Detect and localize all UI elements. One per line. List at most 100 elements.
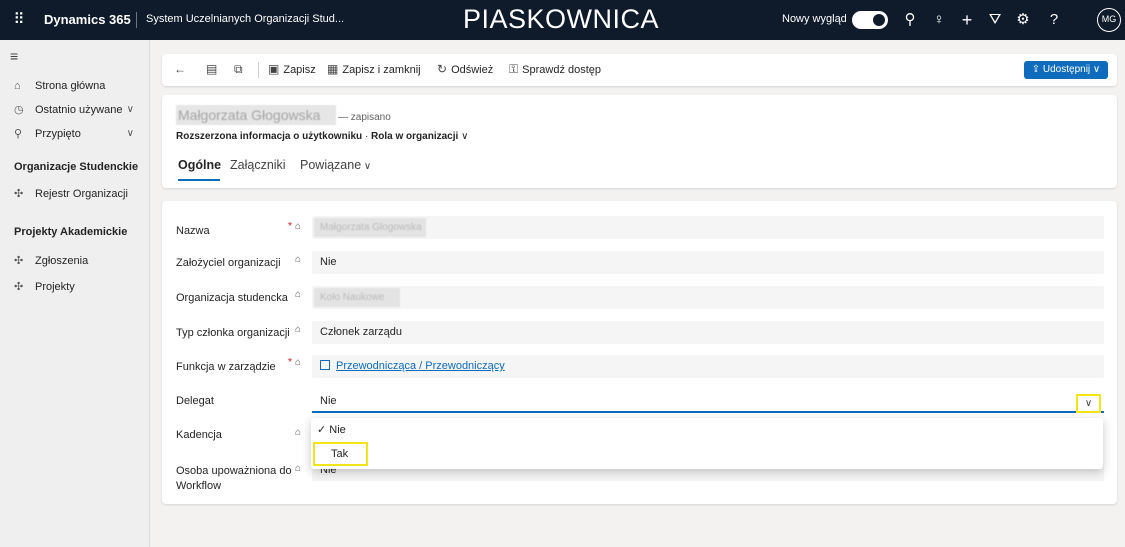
chevron-down-icon[interactable]: ∨ xyxy=(127,99,134,121)
sidebar-item-label: Ostatnio używane xyxy=(35,104,123,116)
filter-icon[interactable]: ⛛ xyxy=(984,9,1006,31)
refresh-button[interactable]: ↻ Odśwież xyxy=(437,62,493,76)
sidebar-item-label: Strona główna xyxy=(35,80,106,92)
name-field[interactable]: Małgorzata Głogowska xyxy=(312,216,1104,239)
entity-name: Rozszerzona informacja o użytkowniku xyxy=(176,131,363,142)
chevron-down-icon[interactable]: ∨ xyxy=(461,131,468,142)
sidebar-item-label: Przypięto xyxy=(35,128,81,140)
sidebar-item-org-register[interactable]: ✣ Rejestr Organizacji xyxy=(0,183,150,205)
save-close-icon: ▦ xyxy=(327,62,339,76)
lightbulb-icon[interactable]: ♀ xyxy=(928,9,950,31)
sidebar-section-title: Organizacje Studenckie xyxy=(14,161,139,173)
record-header: Małgorzata Głogowska — zapisano Rozszerz… xyxy=(162,95,1117,188)
brand-name[interactable]: Dynamics 365 xyxy=(44,12,131,27)
active-tab-indicator xyxy=(178,179,220,181)
check-access-button[interactable]: ⚿ Sprawdź dostęp xyxy=(509,62,601,77)
save-close-button[interactable]: ▦ Zapisz i zamknij xyxy=(327,62,421,76)
name-value: Małgorzata Głogowska xyxy=(314,218,426,237)
pin-icon: ⚲ xyxy=(14,128,23,140)
sidebar-item-submissions[interactable]: ✣ Zgłoszenia xyxy=(0,250,150,272)
dropdown-option-tak[interactable]: Tak xyxy=(313,442,368,466)
app-name[interactable]: System Uczelnianych Organizacji Stud... xyxy=(146,13,344,25)
hamburger-icon[interactable]: ≡ xyxy=(10,48,18,64)
sidebar: ≡ ⌂ Strona główna ◷ Ostatnio używane ∨ ⚲ Pr… xyxy=(0,40,150,547)
divider xyxy=(258,62,259,78)
new-look-toggle[interactable] xyxy=(852,11,888,29)
field-label-workflow-person: Osoba upoważniona do Workflow xyxy=(176,465,292,492)
sidebar-item-label: Projekty xyxy=(35,281,75,293)
lock-icon: ⌂ xyxy=(295,463,302,474)
organization-value: Koło Naukowe xyxy=(314,288,400,307)
chevron-down-icon[interactable]: ∨ xyxy=(1076,394,1101,413)
back-arrow-icon: ← xyxy=(174,62,186,76)
lock-icon: ⌂ xyxy=(295,427,302,438)
puzzle-icon: ✣ xyxy=(14,188,24,200)
home-icon: ⌂ xyxy=(14,80,21,92)
option-label: Nie xyxy=(329,424,346,436)
share-icon: ⇪ xyxy=(1031,64,1043,75)
open-new-window-icon: ⧉ xyxy=(234,62,243,76)
save-label: Zapisz xyxy=(283,64,316,76)
board-function-link[interactable]: Przewodnicząca / Przewodniczący xyxy=(336,360,505,372)
avatar[interactable]: MG xyxy=(1097,8,1121,32)
delegate-select[interactable]: Nie xyxy=(312,390,1104,413)
document-icon: ▤ xyxy=(206,62,218,76)
sidebar-item-home[interactable]: ⌂ Strona główna xyxy=(0,75,150,97)
field-label-organization: Organizacja studencka xyxy=(176,292,288,304)
tab-related-label: Powiązane xyxy=(300,158,362,172)
clock-icon: ◷ xyxy=(14,104,24,116)
lock-icon: ⌂ xyxy=(295,254,302,265)
lock-icon: ⌂ xyxy=(295,221,302,232)
option-label: Tak xyxy=(331,448,349,460)
member-type-field[interactable]: Członek zarządu xyxy=(312,321,1104,344)
board-function-field[interactable]: Przewodnicząca / Przewodniczący xyxy=(312,355,1104,378)
record-icon xyxy=(320,360,330,370)
waffle-icon[interactable]: ⠿ xyxy=(9,10,29,30)
puzzle-icon: ✣ xyxy=(14,255,24,267)
check-access-label: Sprawdź dostęp xyxy=(522,64,602,76)
back-button[interactable]: ← xyxy=(174,62,190,76)
tab-related[interactable]: Powiązane ∨ xyxy=(300,158,371,172)
required-marker: * xyxy=(288,357,292,368)
field-label-board-function: Funkcja w zarządzie xyxy=(176,361,276,373)
plus-icon[interactable]: + xyxy=(956,9,978,31)
refresh-label: Odśwież xyxy=(451,64,494,76)
dropdown-option-nie[interactable]: ✓ Nie xyxy=(317,420,346,440)
lock-icon: ⌂ xyxy=(295,324,302,335)
search-icon[interactable]: ⚲ xyxy=(899,9,921,31)
record-subtitle: Rozszerzona informacja o użytkowniku · R… xyxy=(176,131,468,142)
sidebar-section-title: Projekty Akademickie xyxy=(14,226,128,238)
sidebar-item-pinned[interactable]: ⚲ Przypięto ∨ xyxy=(0,123,150,145)
share-button[interactable]: ⇪ Udostępnij ∨ xyxy=(1024,61,1108,79)
top-bar: ⠿ Dynamics 365 System Uczelnianych Organ… xyxy=(0,0,1125,40)
founder-value: Nie xyxy=(320,256,337,268)
save-close-label: Zapisz i zamknij xyxy=(342,64,421,76)
save-status: — zapisano xyxy=(338,112,391,123)
tab-attachments[interactable]: Załączniki xyxy=(230,158,286,172)
environment-banner: PIASKOWNICA xyxy=(463,4,660,34)
lock-icon: ⌂ xyxy=(295,289,302,300)
sidebar-item-projects[interactable]: ✣ Projekty xyxy=(0,276,150,298)
save-button[interactable]: ▣ Zapisz xyxy=(268,62,316,76)
delegate-value: Nie xyxy=(320,395,337,407)
divider xyxy=(136,12,137,28)
chevron-down-icon[interactable]: ∨ xyxy=(127,123,134,145)
save-icon: ▣ xyxy=(268,62,280,76)
refresh-icon: ↻ xyxy=(437,62,448,76)
sidebar-item-label: Rejestr Organizacji xyxy=(35,188,128,200)
founder-field[interactable]: Nie xyxy=(312,251,1104,274)
form-selector[interactable]: Rola w organizacji xyxy=(371,131,458,142)
checkmark-icon: ✓ xyxy=(317,424,330,436)
organization-field[interactable]: Koło Naukowe xyxy=(312,286,1104,309)
open-new-window-button[interactable]: ⧉ xyxy=(234,62,247,77)
required-marker: * xyxy=(288,221,292,232)
chevron-down-icon: ∨ xyxy=(1090,64,1101,75)
help-icon[interactable]: ? xyxy=(1043,9,1065,31)
delegate-dropdown: ✓ Nie Tak xyxy=(311,418,1103,469)
settings-icon[interactable]: ⚙ xyxy=(1012,9,1034,31)
tab-general[interactable]: Ogólne xyxy=(178,158,221,172)
record-name: Małgorzata Głogowska xyxy=(176,105,336,125)
check-access-icon: ⚿ xyxy=(509,62,519,76)
form-view-button[interactable]: ▤ xyxy=(206,62,221,76)
sidebar-item-recent[interactable]: ◷ Ostatnio używane ∨ xyxy=(0,99,150,121)
